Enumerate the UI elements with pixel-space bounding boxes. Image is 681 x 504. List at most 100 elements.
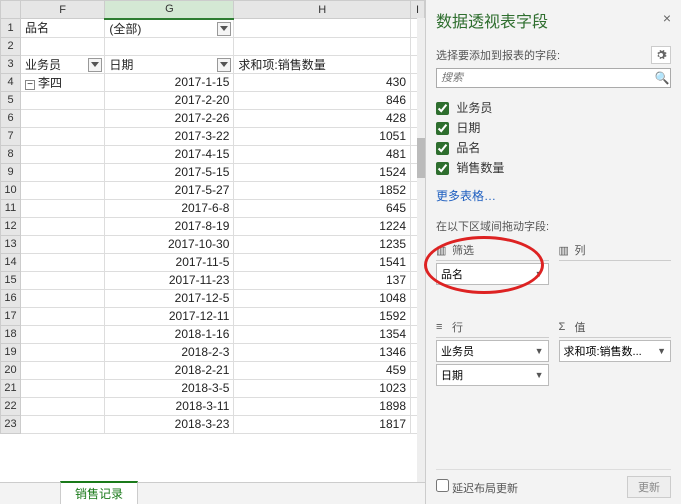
cell[interactable]: 2017-6-8 bbox=[105, 199, 234, 217]
cell[interactable]: 645 bbox=[234, 199, 411, 217]
cell[interactable]: 1224 bbox=[234, 217, 411, 235]
cell[interactable]: 430 bbox=[234, 73, 411, 91]
cell[interactable]: 2017-12-11 bbox=[105, 307, 234, 325]
cell[interactable] bbox=[21, 91, 105, 109]
zone-item[interactable]: 品名▼ bbox=[436, 263, 549, 285]
cell[interactable]: 428 bbox=[234, 109, 411, 127]
cell[interactable]: 1817 bbox=[234, 415, 411, 433]
row-head[interactable]: 14 bbox=[1, 253, 21, 271]
cell[interactable]: 2018-2-3 bbox=[105, 343, 234, 361]
cell[interactable]: 2018-3-5 bbox=[105, 379, 234, 397]
grid[interactable]: F G H I 1品名(全部)23业务员日期求和项:销售数量4−李四2017-1… bbox=[0, 0, 425, 482]
cell[interactable]: 2018-3-11 bbox=[105, 397, 234, 415]
cell[interactable]: 业务员 bbox=[21, 55, 105, 73]
cell[interactable]: 2017-5-15 bbox=[105, 163, 234, 181]
zone-item[interactable]: 业务员▼ bbox=[436, 340, 549, 362]
update-button[interactable]: 更新 bbox=[627, 476, 671, 498]
cell[interactable]: 481 bbox=[234, 145, 411, 163]
cell[interactable]: 1541 bbox=[234, 253, 411, 271]
field-checkbox[interactable]: 日期 bbox=[436, 119, 671, 136]
cell[interactable] bbox=[105, 37, 234, 55]
cell[interactable]: 2017-4-15 bbox=[105, 145, 234, 163]
cell[interactable]: 1524 bbox=[234, 163, 411, 181]
cell[interactable] bbox=[21, 343, 105, 361]
field-checkbox[interactable]: 业务员 bbox=[436, 99, 671, 116]
row-head[interactable]: 1 bbox=[1, 19, 21, 38]
cell[interactable] bbox=[21, 235, 105, 253]
cell[interactable] bbox=[21, 271, 105, 289]
row-head[interactable]: 2 bbox=[1, 37, 21, 55]
row-head[interactable]: 12 bbox=[1, 217, 21, 235]
col-H[interactable]: H bbox=[234, 1, 411, 19]
cell[interactable]: 2018-2-21 bbox=[105, 361, 234, 379]
cell[interactable] bbox=[21, 199, 105, 217]
cell[interactable]: 846 bbox=[234, 91, 411, 109]
col-F[interactable]: F bbox=[21, 1, 105, 19]
zone-filter[interactable]: 品名▼ bbox=[436, 263, 549, 313]
cell[interactable]: 1048 bbox=[234, 289, 411, 307]
cell[interactable]: −李四 bbox=[21, 73, 105, 91]
row-head[interactable]: 6 bbox=[1, 109, 21, 127]
cell[interactable]: 1354 bbox=[234, 325, 411, 343]
cell[interactable]: 2018-1-16 bbox=[105, 325, 234, 343]
cell[interactable]: 2017-8-19 bbox=[105, 217, 234, 235]
row-head[interactable]: 3 bbox=[1, 55, 21, 73]
defer-layout-checkbox[interactable]: 延迟布局更新 bbox=[436, 479, 518, 496]
filter-dropdown-icon[interactable] bbox=[217, 22, 231, 36]
cell[interactable] bbox=[21, 163, 105, 181]
cell[interactable]: 137 bbox=[234, 271, 411, 289]
cell[interactable] bbox=[21, 253, 105, 271]
cell[interactable] bbox=[21, 127, 105, 145]
cell[interactable]: 2017-2-20 bbox=[105, 91, 234, 109]
cell[interactable]: 2017-12-5 bbox=[105, 289, 234, 307]
row-head[interactable]: 18 bbox=[1, 325, 21, 343]
cell[interactable]: (全部) bbox=[105, 19, 234, 38]
cell[interactable] bbox=[21, 325, 105, 343]
gear-icon[interactable] bbox=[651, 46, 671, 64]
row-head[interactable]: 17 bbox=[1, 307, 21, 325]
zone-rows[interactable]: 业务员▼ 日期▼ bbox=[436, 340, 549, 390]
row-head[interactable]: 21 bbox=[1, 379, 21, 397]
cell[interactable] bbox=[234, 37, 411, 55]
row-head[interactable]: 16 bbox=[1, 289, 21, 307]
row-head[interactable]: 19 bbox=[1, 343, 21, 361]
cell[interactable]: 求和项:销售数量 bbox=[234, 55, 411, 73]
row-head[interactable]: 9 bbox=[1, 163, 21, 181]
cell[interactable] bbox=[21, 181, 105, 199]
row-head[interactable]: 22 bbox=[1, 397, 21, 415]
cell[interactable]: 1346 bbox=[234, 343, 411, 361]
cell[interactable]: 2017-10-30 bbox=[105, 235, 234, 253]
cell[interactable]: 1235 bbox=[234, 235, 411, 253]
filter-dropdown-icon[interactable] bbox=[217, 58, 231, 72]
field-checkbox[interactable]: 品名 bbox=[436, 139, 671, 156]
cell[interactable]: 459 bbox=[234, 361, 411, 379]
row-head[interactable]: 13 bbox=[1, 235, 21, 253]
cell[interactable]: 品名 bbox=[21, 19, 105, 38]
row-head[interactable]: 11 bbox=[1, 199, 21, 217]
cell[interactable]: 2017-1-15 bbox=[105, 73, 234, 91]
row-head[interactable]: 4 bbox=[1, 73, 21, 91]
cell[interactable] bbox=[21, 37, 105, 55]
zone-item[interactable]: 求和项:销售数...▼ bbox=[559, 340, 672, 362]
field-search[interactable]: 🔍 bbox=[436, 68, 671, 88]
collapse-icon[interactable]: − bbox=[25, 80, 35, 90]
col-G[interactable]: G bbox=[105, 1, 234, 19]
cell[interactable] bbox=[21, 307, 105, 325]
select-all-corner[interactable] bbox=[1, 1, 21, 19]
cell[interactable]: 2017-5-27 bbox=[105, 181, 234, 199]
cell[interactable]: 2017-3-22 bbox=[105, 127, 234, 145]
cell[interactable]: 1051 bbox=[234, 127, 411, 145]
sheet-tab[interactable]: 销售记录 bbox=[60, 481, 138, 504]
row-head[interactable]: 20 bbox=[1, 361, 21, 379]
row-head[interactable]: 10 bbox=[1, 181, 21, 199]
cell[interactable] bbox=[21, 361, 105, 379]
cell[interactable] bbox=[21, 109, 105, 127]
row-head[interactable]: 5 bbox=[1, 91, 21, 109]
cell[interactable]: 1898 bbox=[234, 397, 411, 415]
row-head[interactable]: 8 bbox=[1, 145, 21, 163]
row-head[interactable]: 23 bbox=[1, 415, 21, 433]
cell[interactable]: 2017-11-5 bbox=[105, 253, 234, 271]
cell[interactable] bbox=[21, 289, 105, 307]
field-checkbox[interactable]: 销售数量 bbox=[436, 159, 671, 176]
close-icon[interactable]: × bbox=[663, 10, 671, 26]
